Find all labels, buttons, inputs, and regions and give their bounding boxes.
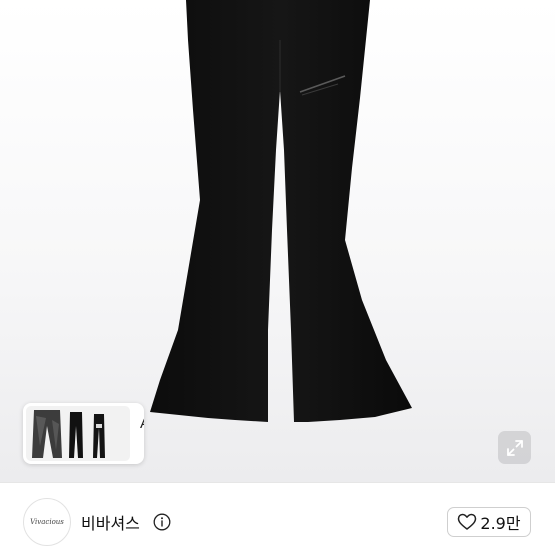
like-button[interactable]: 2.9만 — [447, 507, 531, 537]
shop-logo[interactable]: Vivacious — [23, 498, 71, 546]
product-image[interactable]: AI — [0, 0, 555, 482]
shop-logo-text: Vivacious — [30, 518, 64, 526]
ai-label: AI — [140, 415, 144, 432]
similar-items-thumbnail-image — [32, 410, 105, 458]
chevron-right-icon — [143, 439, 144, 453]
expand-arrows-icon — [506, 439, 523, 456]
shop-name[interactable]: 비바셔스 — [81, 510, 140, 534]
info-icon[interactable] — [153, 513, 171, 531]
heart-outline-icon — [458, 513, 477, 530]
similar-items-thumbnail — [26, 406, 130, 461]
like-count: 2.9만 — [480, 514, 521, 533]
expand-image-button[interactable] — [498, 431, 531, 464]
similar-items-ai-card[interactable]: AI — [23, 403, 144, 464]
